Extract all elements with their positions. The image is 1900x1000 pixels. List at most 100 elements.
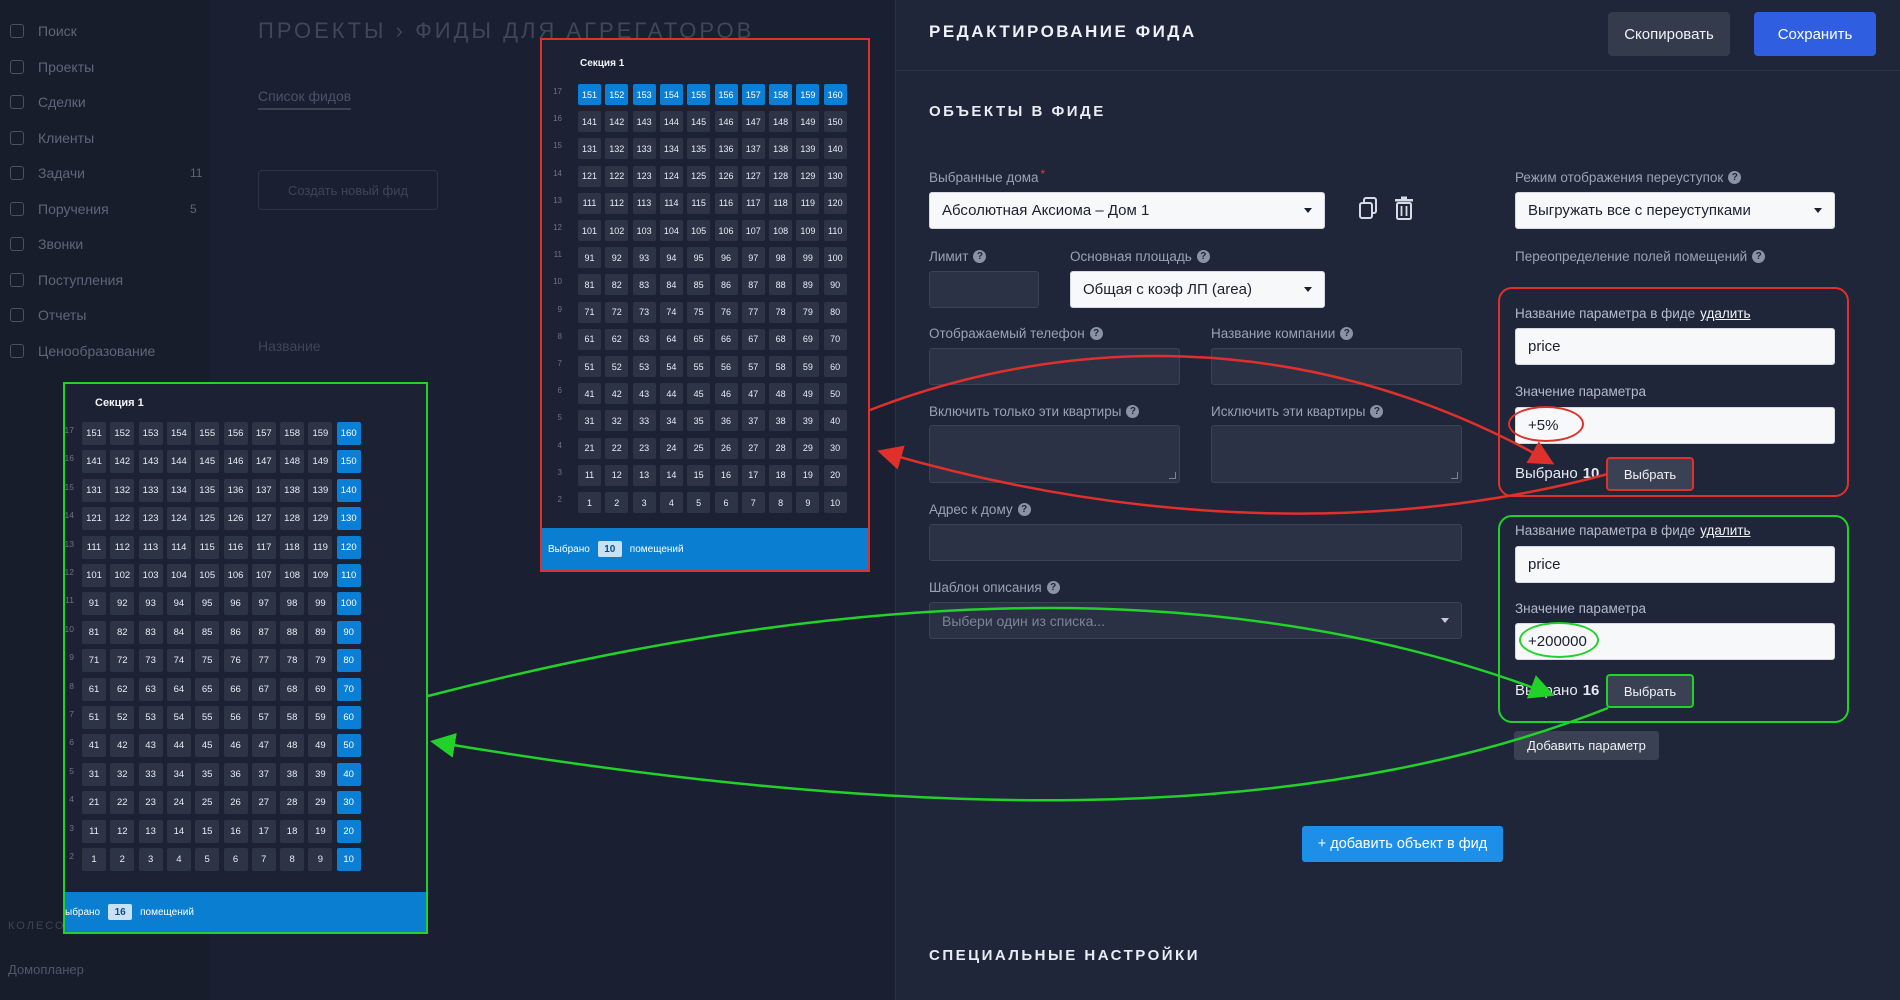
apartment-cell[interactable]: 93: [632, 247, 656, 269]
apartment-cell[interactable]: 87: [251, 620, 276, 644]
apartment-cell[interactable]: 23: [632, 437, 656, 459]
apartment-cell[interactable]: 154: [166, 422, 191, 445]
apartment-cell[interactable]: 31: [578, 410, 601, 432]
apartment-cell[interactable]: 9: [796, 492, 820, 513]
apartment-cell[interactable]: 1: [82, 848, 106, 871]
apartment-cell[interactable]: 54: [659, 356, 683, 377]
apartment-cell[interactable]: 142: [110, 450, 135, 474]
apartment-cell[interactable]: 102: [110, 564, 135, 587]
apartment-cell[interactable]: 39: [796, 410, 820, 432]
phone-input[interactable]: [929, 348, 1180, 385]
apartment-cell[interactable]: 128: [769, 165, 793, 187]
apartment-cell[interactable]: 129: [796, 165, 820, 187]
sidebar-item[interactable]: Поступления: [10, 272, 123, 288]
apartment-cell[interactable]: 51: [82, 706, 106, 729]
apartment-cell[interactable]: 46: [714, 383, 738, 405]
apartment-cell[interactable]: 65: [195, 677, 220, 701]
apartment-cell[interactable]: 85: [687, 274, 711, 296]
apartment-cell[interactable]: 85: [195, 620, 220, 644]
apartment-cell[interactable]: 158: [280, 422, 305, 445]
apartment-cell[interactable]: 82: [605, 274, 629, 296]
apartment-cell[interactable]: 90: [336, 620, 361, 644]
apartment-cell[interactable]: 68: [769, 328, 793, 350]
apartment-cell[interactable]: 55: [195, 706, 220, 729]
apartment-cell[interactable]: 138: [769, 138, 793, 160]
apartment-cell[interactable]: 113: [138, 535, 163, 559]
apartment-cell[interactable]: 44: [659, 383, 683, 405]
apartment-cell[interactable]: 106: [714, 220, 738, 241]
apartment-cell[interactable]: 41: [82, 734, 106, 758]
limit-input[interactable]: [929, 271, 1039, 308]
apartment-cell[interactable]: 6: [714, 492, 738, 513]
apartment-cell[interactable]: 159: [308, 422, 333, 445]
apartment-cell[interactable]: 12: [605, 464, 629, 486]
resale-select[interactable]: Выгружать все с переуступками: [1515, 192, 1835, 229]
apartment-cell[interactable]: 14: [166, 819, 191, 843]
apartment-cell[interactable]: 78: [280, 649, 305, 673]
apartment-cell[interactable]: 135: [195, 478, 220, 502]
apartment-cell[interactable]: 153: [138, 422, 163, 445]
apartment-cell[interactable]: 51: [578, 356, 601, 377]
apartment-cell[interactable]: 10: [336, 848, 361, 871]
apartment-cell[interactable]: 80: [823, 301, 847, 323]
apartment-cell[interactable]: 155: [687, 84, 711, 105]
help-icon[interactable]: ?: [1370, 405, 1384, 418]
apartment-cell[interactable]: 61: [578, 328, 601, 350]
help-icon[interactable]: ?: [1126, 405, 1140, 418]
apartment-cell[interactable]: 147: [741, 111, 765, 133]
apartment-cell[interactable]: 56: [223, 706, 248, 729]
apartment-cell[interactable]: 5: [195, 848, 220, 871]
apartment-cell[interactable]: 66: [223, 677, 248, 701]
apartment-cell[interactable]: 77: [741, 301, 765, 323]
apartment-cell[interactable]: 20: [336, 819, 361, 843]
apartment-cell[interactable]: 7: [741, 492, 765, 513]
apartment-cell[interactable]: 101: [578, 220, 601, 241]
create-feed-button[interactable]: Создать новый фид: [258, 170, 438, 210]
apartment-cell[interactable]: 63: [138, 677, 163, 701]
apartment-cell[interactable]: 124: [659, 165, 683, 187]
apartment-cell[interactable]: 116: [714, 192, 738, 214]
apartment-cell[interactable]: 143: [632, 111, 656, 133]
apartment-cell[interactable]: 153: [632, 84, 656, 105]
apartment-cell[interactable]: 50: [823, 383, 847, 405]
apartment-cell[interactable]: 99: [308, 592, 333, 616]
apartment-cell[interactable]: 22: [605, 437, 629, 459]
apartment-cell[interactable]: 32: [110, 762, 135, 786]
apartment-cell[interactable]: 97: [251, 592, 276, 616]
apartment-cell[interactable]: 150: [823, 111, 847, 133]
apartment-cell[interactable]: 40: [336, 762, 361, 786]
apartment-cell[interactable]: 61: [82, 677, 106, 701]
apartment-cell[interactable]: 34: [659, 410, 683, 432]
apartment-cell[interactable]: 82: [110, 620, 135, 644]
apartment-cell[interactable]: 64: [166, 677, 191, 701]
apartment-cell[interactable]: 121: [82, 507, 106, 531]
apartment-cell[interactable]: 30: [336, 791, 361, 815]
apartment-cell[interactable]: 15: [687, 464, 711, 486]
apartment-cell[interactable]: 137: [741, 138, 765, 160]
apartment-cell[interactable]: 135: [687, 138, 711, 160]
apartment-cell[interactable]: 75: [687, 301, 711, 323]
apartment-cell[interactable]: 132: [605, 138, 629, 160]
sidebar-item[interactable]: Ценообразование: [10, 343, 155, 359]
apartment-cell[interactable]: 160: [336, 422, 361, 445]
apartment-cell[interactable]: 14: [659, 464, 683, 486]
apartment-cell[interactable]: 119: [308, 535, 333, 559]
apartment-cell[interactable]: 13: [632, 464, 656, 486]
tab-feed-list[interactable]: Список фидов: [258, 88, 352, 110]
apartment-cell[interactable]: 123: [632, 165, 656, 187]
apartment-cell[interactable]: 57: [741, 356, 765, 377]
apartment-cell[interactable]: 69: [796, 328, 820, 350]
sidebar-item[interactable]: Сделки: [10, 94, 86, 110]
apartment-cell[interactable]: 48: [280, 734, 305, 758]
apartment-cell[interactable]: 141: [82, 450, 106, 474]
apartment-cell[interactable]: 27: [741, 437, 765, 459]
apartment-cell[interactable]: 42: [110, 734, 135, 758]
apartment-cell[interactable]: 107: [741, 220, 765, 241]
apartment-cell[interactable]: 123: [138, 507, 163, 531]
pick-rooms-button[interactable]: Выбрать: [1606, 674, 1694, 708]
apartment-cell[interactable]: 156: [223, 422, 248, 445]
apartment-cell[interactable]: 148: [280, 450, 305, 474]
apartment-cell[interactable]: 55: [687, 356, 711, 377]
delete-param-link[interactable]: удалить: [1700, 523, 1750, 538]
apartment-cell[interactable]: 43: [138, 734, 163, 758]
